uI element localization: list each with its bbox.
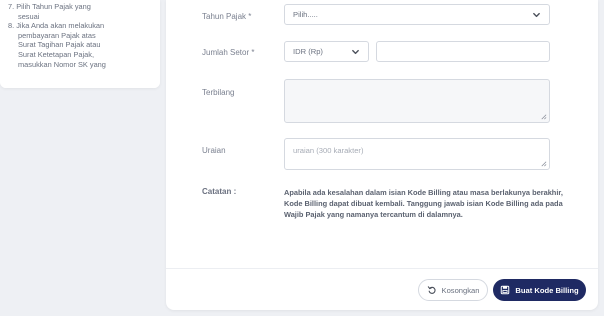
currency-select[interactable]: IDR (Rp) <box>284 41 369 62</box>
currency-value: IDR (Rp) <box>293 47 323 56</box>
chevron-down-icon <box>533 12 540 17</box>
kosongkan-label: Kosongkan <box>441 285 480 295</box>
help-item-number: 7. <box>8 2 15 11</box>
uraian-textarea[interactable]: uraian (300 karakter) <box>284 138 550 170</box>
help-card: 7. Pilih Tahun Pajak yang sesuai 8. Jika… <box>0 0 160 88</box>
chevron-down-icon <box>352 49 359 54</box>
help-item-text: sesuai <box>18 11 40 21</box>
help-list: 7. Pilih Tahun Pajak yang sesuai 8. Jika… <box>0 0 160 69</box>
buat-kode-billing-label: Buat Kode Billing <box>515 285 579 295</box>
help-item-text: Jika Anda akan melakukan <box>16 21 105 31</box>
undo-icon <box>427 286 436 294</box>
terbilang-label: Terbilang <box>202 88 235 97</box>
footer-divider <box>166 268 598 269</box>
catatan-label: Catatan : <box>202 187 237 196</box>
help-item-number: 8. <box>8 21 15 31</box>
help-fade <box>0 76 160 88</box>
help-item-7: 7. Pilih Tahun Pajak yang sesuai <box>8 2 152 21</box>
save-icon <box>501 285 510 295</box>
buat-kode-billing-button[interactable]: Buat Kode Billing <box>493 279 586 301</box>
amount-input[interactable] <box>376 41 550 62</box>
tahun-pajak-label: Tahun Pajak * <box>202 12 252 21</box>
tahun-pajak-value: Pilih..... <box>293 10 318 19</box>
help-item-text: Pilih Tahun Pajak yang <box>16 2 91 11</box>
kosongkan-button[interactable]: Kosongkan <box>418 279 488 301</box>
help-item-8: 8. Jika Anda akan melakukan pembayaran P… <box>8 21 152 69</box>
uraian-placeholder: uraian (300 karakter) <box>293 146 364 155</box>
resize-handle-icon[interactable] <box>540 160 547 167</box>
help-item-text: Surat Tagihan Pajak atau <box>18 40 101 50</box>
uraian-label: Uraian <box>202 146 226 155</box>
help-item-text: pembayaran Pajak atas <box>18 30 96 40</box>
billing-form-card: Tahun Pajak * Pilih..... Jumlah Setor * … <box>166 0 598 310</box>
help-item-text: Surat Ketetapan Pajak, <box>18 49 95 59</box>
tahun-pajak-select[interactable]: Pilih..... <box>284 4 550 25</box>
jumlah-setor-label: Jumlah Setor * <box>202 48 255 57</box>
terbilang-textarea[interactable] <box>284 79 550 123</box>
help-item-text: masukkan Nomor SK yang <box>18 59 106 69</box>
resize-handle-icon[interactable] <box>540 113 547 120</box>
catatan-text: Apabila ada kesalahan dalam isian Kode B… <box>284 188 563 219</box>
